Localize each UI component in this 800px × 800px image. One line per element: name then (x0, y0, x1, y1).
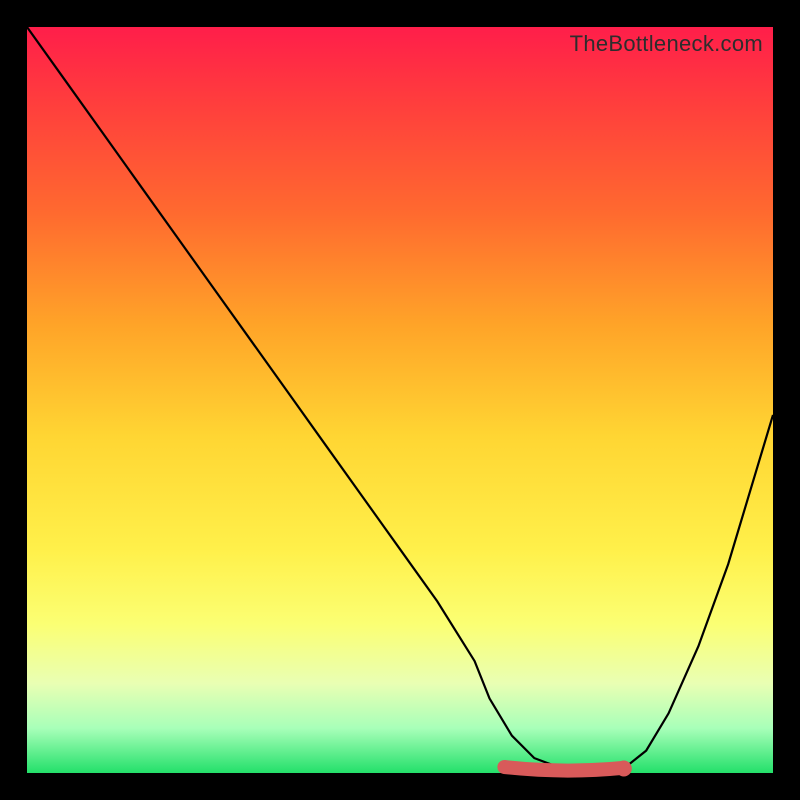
optimal-range-marker (504, 767, 623, 771)
optimal-point-dot (616, 761, 632, 777)
bottleneck-curve (27, 27, 773, 771)
chart-frame: TheBottleneck.com (0, 0, 800, 800)
plot-area: TheBottleneck.com (27, 27, 773, 773)
chart-svg (27, 27, 773, 773)
